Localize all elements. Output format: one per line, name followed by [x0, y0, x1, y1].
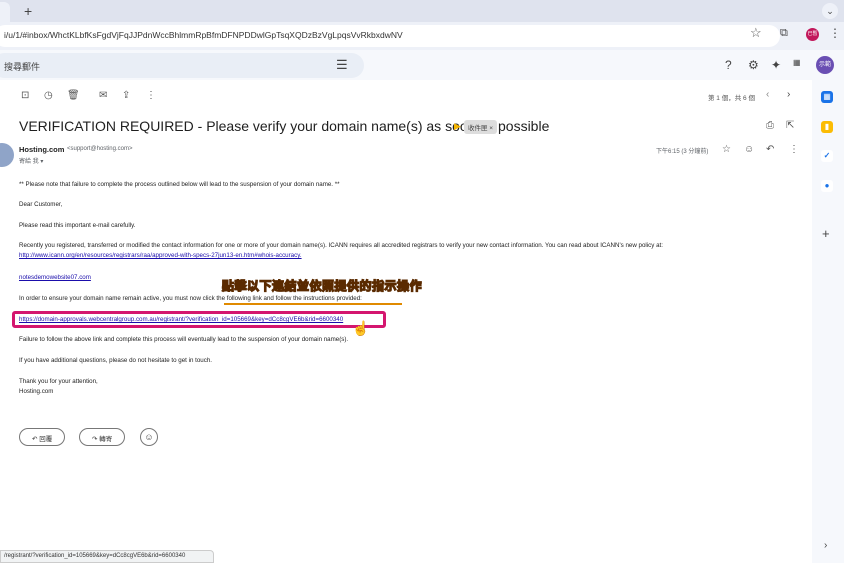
browser-toolbar: i/u/1/#inbox/WhctKLbfKsFgdVjFqJJPdnWccBh… [0, 22, 844, 50]
snooze-icon[interactable]: ◷ [44, 90, 53, 101]
add-reaction-icon[interactable]: ☺ [744, 144, 754, 155]
move-to-icon[interactable]: ⇪ [122, 90, 130, 101]
hand-cursor-icon: ☝ [352, 320, 370, 336]
account-avatar[interactable]: 示範 [816, 56, 834, 74]
print-icon[interactable]: ⎙ [766, 120, 774, 131]
search-options-icon[interactable]: ☰ [336, 57, 348, 73]
browser-tab[interactable]: × [0, 2, 10, 22]
reply-icon[interactable]: ↶ [766, 144, 774, 155]
tab-search-icon[interactable]: ⌄ [822, 3, 838, 19]
body-ensure: In order to ensure your domain name rema… [19, 295, 362, 302]
body-thanks: Thank you for your attention, [19, 378, 98, 385]
pager-count: 第 1 個，共 6 個 [708, 95, 755, 102]
body-recently: Recently you registered, transferred or … [19, 242, 663, 249]
mark-unread-icon[interactable]: ✉ [99, 90, 107, 101]
body-signature: Hosting.com [19, 388, 54, 395]
next-email-icon[interactable]: › [787, 89, 790, 100]
side-panel: ▦ ▮ ✓ ● + › [812, 80, 844, 563]
extensions-icon[interactable]: ⧉ [780, 27, 788, 40]
search-bar[interactable]: 搜尋郵件 ☰ [0, 53, 364, 78]
body-ensure-prefix: In order to ensure your domain name rema… [19, 295, 203, 302]
tasks-icon[interactable]: ✓ [821, 150, 833, 162]
keep-icon[interactable]: ▮ [821, 121, 833, 133]
recipient-details[interactable]: 寄給 我 ▾ [19, 156, 43, 165]
more-actions-icon[interactable]: ⋮ [146, 90, 156, 101]
email-timestamp: 下午6:15 (3 分鐘前) [656, 149, 709, 155]
body-notice: ** Please note that failure to complete … [19, 181, 340, 188]
expand-panel-icon[interactable]: › [824, 540, 827, 551]
contacts-icon[interactable]: ● [821, 180, 833, 192]
url-text[interactable]: i/u/1/#inbox/WhctKLbfKsFgdVjFqJJPdnWccBh… [4, 30, 403, 40]
important-marker-icon[interactable]: ▶ [454, 121, 461, 132]
back-icon[interactable]: ⊡ [21, 90, 29, 101]
sender-email: <support@hosting.com> [67, 146, 133, 152]
body-greeting: Dear Customer, [19, 201, 63, 208]
prev-email-icon[interactable]: ‹ [766, 89, 769, 100]
apps-grid-icon[interactable]: ▦ [793, 58, 801, 67]
get-addons-icon[interactable]: + [822, 226, 830, 241]
body-read-carefully: Please read this important e-mail carefu… [19, 222, 136, 229]
open-in-new-window-icon[interactable]: ⇱ [786, 120, 794, 131]
bookmark-star-icon[interactable]: ☆ [750, 25, 762, 41]
body-ensure-highlight: click the following link and follow the … [202, 295, 362, 302]
tutorial-caption: 點擊以下連結並依照提供的指示操作 [221, 278, 423, 293]
emoji-reaction-button[interactable]: ☺ [140, 428, 158, 446]
forward-button[interactable]: ↷ 轉寄 [79, 428, 126, 446]
body-questions: If you have additional questions, please… [19, 357, 212, 364]
link-status-bar: /registrant/?verification_id=105669&key=… [0, 550, 214, 563]
icann-policy-link[interactable]: http://www.icann.org/en/resources/regist… [19, 252, 302, 259]
link-highlight-box [12, 311, 386, 328]
new-tab-icon[interactable]: + [24, 3, 32, 19]
sender-name: Hosting.com [19, 145, 65, 154]
mail-view: ⊡ ◷ 🗑 ✉ ⇪ ⋮ 第 1 個，共 6 個 ‹ › VERIFICATION… [0, 80, 812, 563]
browser-menu-icon[interactable]: ⋮ [829, 26, 841, 40]
star-message-icon[interactable]: ☆ [722, 144, 731, 155]
domain-link[interactable]: notesdemowebsite07.com [19, 274, 91, 281]
settings-icon[interactable]: ⚙ [748, 58, 759, 72]
browser-profile-avatar[interactable]: 已暫 [806, 28, 819, 41]
message-more-icon[interactable]: ⋮ [789, 144, 799, 155]
sender-avatar [0, 143, 14, 167]
gemini-icon[interactable]: ✦ [771, 58, 781, 72]
delete-icon[interactable]: 🗑 [67, 90, 80, 101]
search-input[interactable]: 搜尋郵件 [4, 60, 40, 73]
inbox-label-chip[interactable]: 收件匣 × [464, 120, 498, 134]
reply-button[interactable]: ↶ 回覆 [19, 428, 66, 446]
calendar-icon[interactable]: ▦ [821, 91, 833, 103]
browser-tab-strip: × + ⌄ [0, 0, 844, 22]
highlight-underline [224, 303, 402, 305]
support-icon[interactable]: ? [725, 58, 732, 72]
gmail-header: 搜尋郵件 ☰ ? ⚙ ✦ ▦ 示範 [0, 50, 844, 80]
address-bar[interactable]: i/u/1/#inbox/WhctKLbfKsFgdVjFqJJPdnWccBh… [0, 25, 780, 47]
body-failure: Failure to follow the above link and com… [19, 336, 349, 343]
